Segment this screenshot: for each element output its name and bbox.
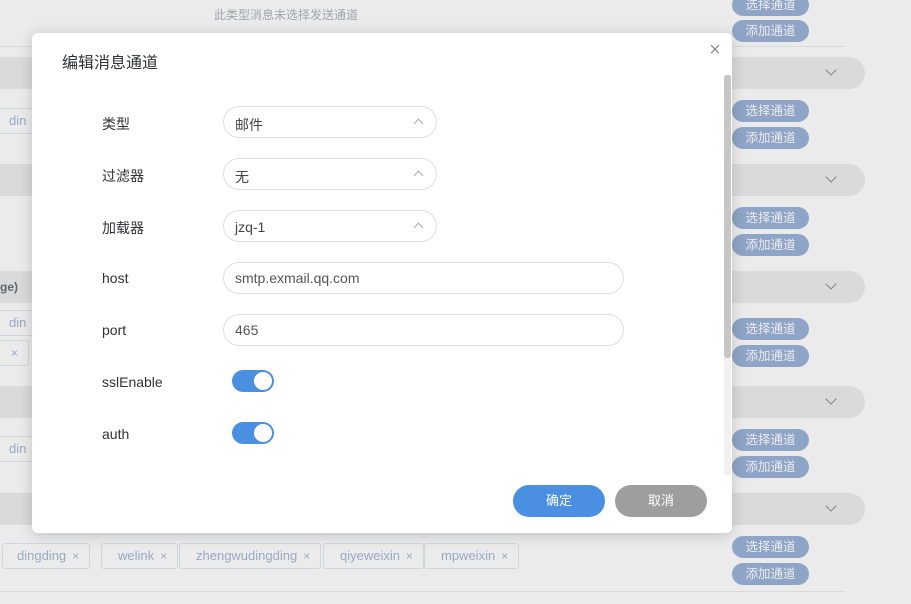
ssl-row: sslEnable (32, 366, 712, 398)
host-label: host (102, 270, 129, 286)
filter-row: 过滤器 无 (32, 158, 712, 190)
auth-toggle[interactable] (232, 422, 274, 444)
close-icon[interactable]: × (706, 40, 724, 60)
type-row: 类型 邮件 (32, 106, 712, 138)
host-row: host (32, 262, 712, 294)
cancel-button[interactable]: 取消 (615, 485, 707, 517)
confirm-button[interactable]: 确定 (513, 485, 605, 517)
chevron-up-icon (413, 222, 424, 233)
ssl-toggle[interactable] (232, 370, 274, 392)
type-label: 类型 (102, 116, 130, 132)
ssl-label: sslEnable (102, 374, 163, 390)
port-label: port (102, 322, 127, 338)
port-row: port (32, 314, 712, 346)
filter-value: 无 (235, 169, 249, 185)
host-input[interactable] (223, 262, 624, 294)
loader-row: 加载器 jzq-1 (32, 210, 712, 242)
scrollbar-thumb[interactable] (724, 75, 731, 358)
dialog-scrollbar[interactable] (724, 75, 731, 475)
type-select[interactable]: 邮件 (223, 106, 437, 138)
auth-row: auth (32, 418, 712, 450)
chevron-up-icon (413, 118, 424, 129)
loader-select[interactable]: jzq-1 (223, 210, 437, 242)
port-input[interactable] (223, 314, 624, 346)
filter-label: 过滤器 (102, 168, 144, 184)
loader-label: 加载器 (102, 220, 144, 236)
chevron-up-icon (413, 170, 424, 181)
dialog-title: 编辑消息通道 (62, 55, 159, 72)
toggle-knob (254, 372, 272, 390)
type-value: 邮件 (235, 117, 263, 133)
edit-channel-dialog: 编辑消息通道 × 类型 邮件 过滤器 无 加载器 jzq-1 host port… (32, 33, 732, 533)
toggle-knob (254, 424, 272, 442)
auth-label: auth (102, 426, 130, 442)
filter-select[interactable]: 无 (223, 158, 437, 190)
loader-value: jzq-1 (235, 219, 266, 235)
